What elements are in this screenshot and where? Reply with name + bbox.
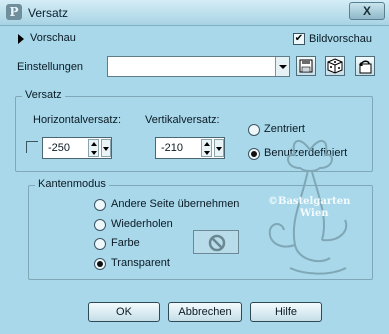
- save-icon: [299, 59, 313, 73]
- show-preview-label: Bildvorschau: [309, 33, 372, 45]
- link-offsets-checkbox[interactable]: [26, 141, 38, 153]
- show-preview-checkbox[interactable]: ✔: [293, 33, 305, 45]
- save-preset-button[interactable]: [296, 56, 316, 76]
- edge-color-radio[interactable]: [94, 238, 106, 250]
- chevron-down-icon[interactable]: [275, 57, 289, 76]
- edge-transparent-radio[interactable]: [94, 258, 106, 270]
- dice-icon: [327, 58, 343, 74]
- watermark-line-1: ©Bastelgarten: [268, 196, 351, 207]
- vertical-offset-label: Vertikalversatz:: [145, 114, 220, 126]
- edge-color-swatch[interactable]: [193, 230, 239, 254]
- edge-color-label: Farbe: [111, 237, 140, 249]
- settings-dropdown[interactable]: [107, 56, 290, 77]
- vertical-offset-stepper[interactable]: [201, 139, 212, 157]
- horizontal-offset-dropdown[interactable]: [101, 139, 111, 157]
- horizontal-offset-input[interactable]: -250: [42, 137, 112, 159]
- edge-wrap-label: Andere Seite übernehmen: [111, 198, 240, 210]
- reset-button[interactable]: [355, 56, 375, 76]
- edge-repeat-label: Wiederholen: [111, 218, 173, 230]
- settings-label: Einstellungen: [17, 61, 84, 73]
- horizontal-offset-stepper[interactable]: [88, 139, 99, 157]
- window-title: Versatz: [28, 6, 69, 20]
- reset-icon: [359, 60, 372, 74]
- help-button[interactable]: Hilfe: [250, 302, 322, 322]
- paint-app-icon: P: [6, 4, 22, 20]
- horizontal-offset-label: Horizontalversatz:: [33, 114, 122, 126]
- vertical-offset-value: -210: [161, 142, 184, 154]
- offset-group-label: Versatz: [22, 89, 65, 101]
- edge-repeat-radio[interactable]: [94, 219, 106, 231]
- no-color-icon: [208, 234, 226, 252]
- edge-mode-group-label: Kantenmodus: [35, 178, 109, 190]
- close-button[interactable]: X: [349, 2, 385, 20]
- vertical-offset-input[interactable]: -210: [155, 137, 225, 159]
- preview-expander[interactable]: Vorschau: [16, 31, 136, 47]
- preview-toggle-label: Vorschau: [30, 32, 76, 44]
- horizontal-offset-value: -250: [48, 142, 71, 154]
- edge-transparent-label: Transparent: [111, 257, 170, 269]
- offset-dialog: P Versatz X Vorschau ✔ Bildvorschau Eins…: [0, 0, 389, 334]
- title-bar[interactable]: P Versatz X: [0, 0, 389, 26]
- ok-button[interactable]: OK: [88, 302, 160, 322]
- vertical-offset-dropdown[interactable]: [214, 139, 224, 157]
- randomize-button[interactable]: [325, 56, 345, 76]
- expand-triangle-icon: [18, 34, 24, 44]
- watermark-line-2: Wien: [300, 208, 329, 219]
- cancel-button[interactable]: Abbrechen: [168, 302, 242, 322]
- edge-wrap-radio[interactable]: [94, 199, 106, 211]
